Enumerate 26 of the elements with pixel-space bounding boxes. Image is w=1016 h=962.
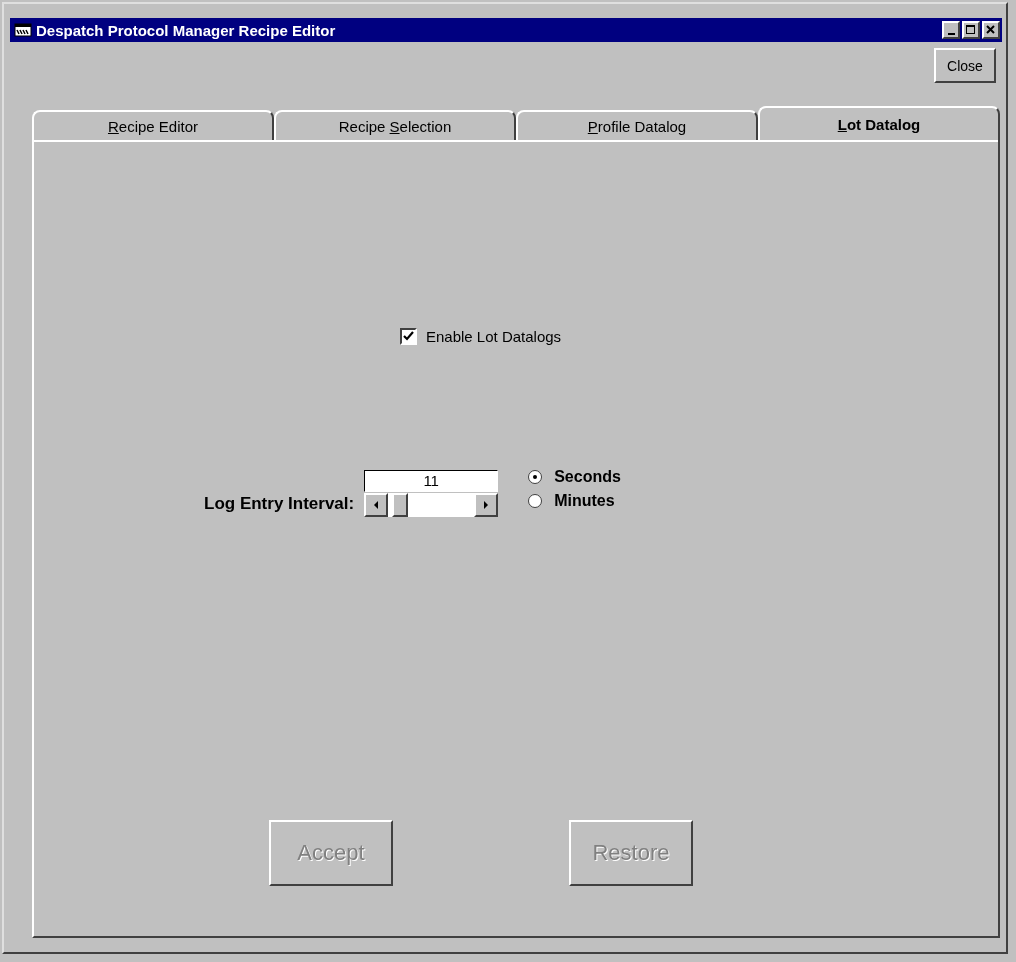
slider-thumb[interactable] [392,493,409,517]
right-arrow-icon [483,501,490,509]
tab[interactable]: Recipe Editor [32,110,274,140]
radio-label: Seconds [554,468,621,486]
minimize-icon [947,33,955,35]
close-button[interactable]: Close [934,48,996,83]
minimize-button[interactable] [942,21,960,39]
interval-label: Log Entry Interval: [204,494,355,514]
tab[interactable]: Recipe Selection [274,110,516,140]
checkbox-label: Enable Lot Datalogs [426,328,562,345]
maximize-icon [966,25,976,35]
left-arrow-icon [373,501,380,509]
checkbox[interactable] [400,328,417,345]
tab[interactable]: Lot Datalog [758,106,1000,140]
close-window-button[interactable] [982,21,1000,39]
tab[interactable]: Profile Datalog [516,110,758,140]
radio-label: Minutes [554,492,615,510]
radio-button[interactable] [528,470,543,484]
maximize-button[interactable] [962,21,980,39]
radio-button[interactable] [528,494,543,508]
scroll-right-button[interactable] [474,493,499,517]
window-title: Despatch Protocol Manager Recipe Editor [36,21,337,39]
close-icon [986,25,996,35]
app-icon [14,22,32,38]
scroll-left-button[interactable] [364,493,389,517]
interval-value-field[interactable]: 11 [364,470,499,492]
